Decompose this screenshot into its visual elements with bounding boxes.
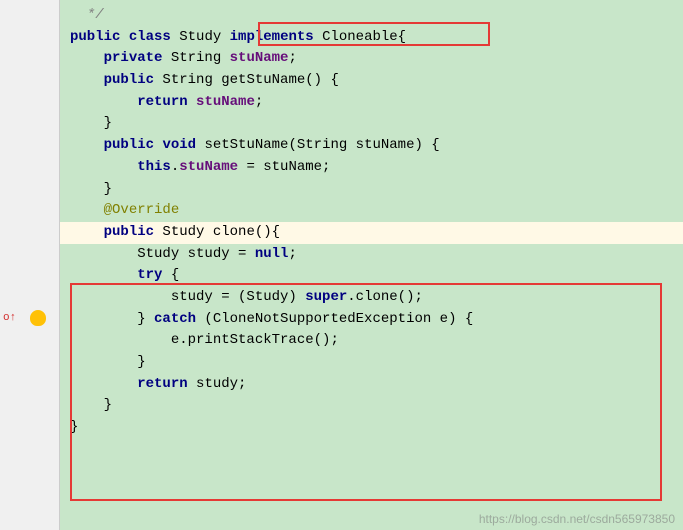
code-line: */ — [60, 5, 683, 27]
code-line: } — [60, 352, 683, 374]
code-line: } catch (CloneNotSupportedException e) { — [60, 309, 683, 331]
code-line: @Override — [60, 200, 683, 222]
code-line: } — [60, 417, 683, 439]
gutter-icon-row — [30, 310, 46, 331]
code-line: return study; — [60, 374, 683, 396]
code-line: public class Study implements Cloneable{ — [60, 27, 683, 49]
code-line: this.stuName = stuName; — [60, 157, 683, 179]
override-marker-icon[interactable]: o↑ — [3, 312, 16, 324]
code-line: } — [60, 395, 683, 417]
code-line-highlighted: public Study clone(){ — [60, 222, 683, 244]
comment-text: */ — [70, 7, 104, 23]
gutter: o↑ — [0, 0, 60, 530]
code-line: } — [60, 113, 683, 135]
code-line: public String getStuName() { — [60, 70, 683, 92]
watermark-text: https://blog.csdn.net/csdn565973850 — [479, 512, 675, 526]
code-line: } — [60, 179, 683, 201]
code-line: try { — [60, 265, 683, 287]
lightbulb-icon[interactable] — [30, 310, 46, 326]
code-line: study = (Study) super.clone(); — [60, 287, 683, 309]
override-annotation: @Override — [104, 202, 180, 218]
code-line: public void setStuName(String stuName) { — [60, 135, 683, 157]
code-line: private String stuName; — [60, 48, 683, 70]
code-line: return stuName; — [60, 92, 683, 114]
code-editor[interactable]: */ public class Study implements Cloneab… — [60, 0, 683, 444]
code-line: e.printStackTrace(); — [60, 330, 683, 352]
code-line: Study study = null; — [60, 244, 683, 266]
